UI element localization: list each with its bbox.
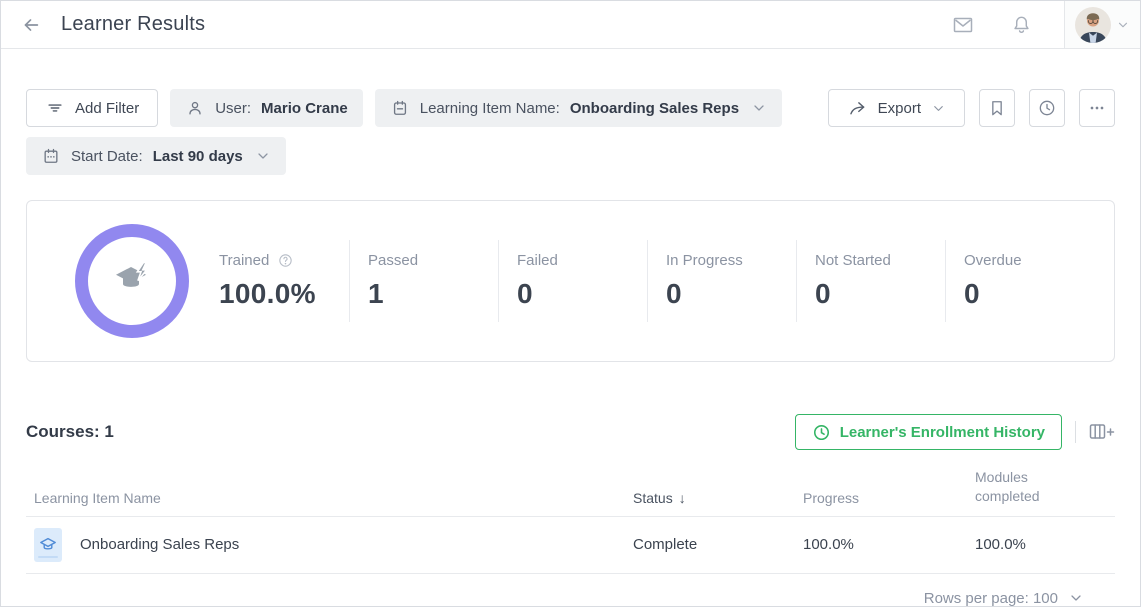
export-icon — [847, 98, 868, 119]
ellipsis-icon — [1087, 98, 1107, 118]
stat-in-progress-label: In Progress — [666, 252, 743, 269]
help-icon[interactable] — [277, 252, 294, 269]
user-menu[interactable] — [1064, 1, 1140, 48]
trained-progress-ring — [75, 224, 189, 338]
calendar-icon — [41, 146, 61, 166]
columns-plus-icon — [1089, 423, 1115, 441]
stat-not-started-value: 0 — [815, 278, 945, 310]
course-status: Complete — [633, 536, 803, 553]
enrollment-history-label: Learner's Enrollment History — [840, 424, 1045, 441]
chevron-down-icon — [255, 148, 271, 164]
column-header-modules-completed[interactable]: Modules completed — [975, 468, 1067, 506]
stat-not-started: Not Started 0 — [796, 240, 945, 322]
courses-table: Learning Item Name Status ↓ Progress Mod… — [26, 462, 1115, 607]
stat-trained-label: Trained — [219, 252, 269, 269]
clock-icon — [812, 423, 831, 442]
back-button[interactable] — [17, 11, 45, 39]
chevron-down-icon — [1068, 590, 1084, 606]
chevron-down-icon — [1116, 18, 1130, 32]
column-header-status[interactable]: Status ↓ — [633, 490, 803, 506]
envelope-icon — [951, 13, 975, 37]
bookmark-button[interactable] — [979, 89, 1015, 127]
top-bar: Learner Results — [1, 1, 1140, 49]
course-name: Onboarding Sales Reps — [80, 536, 239, 553]
chevron-down-icon — [931, 101, 946, 116]
stat-failed-value: 0 — [517, 278, 647, 310]
stat-in-progress: In Progress 0 — [647, 240, 796, 322]
notifications-button[interactable] — [1006, 10, 1036, 40]
add-column-button[interactable] — [1089, 423, 1115, 441]
table-row[interactable]: Onboarding Sales Reps Complete 100.0% 10… — [26, 517, 1115, 574]
page-title: Learner Results — [61, 13, 205, 36]
history-button[interactable] — [1029, 89, 1065, 127]
filters-section: Add Filter User: Mario Crane Learning Ite… — [1, 89, 1140, 175]
learning-item-filter-value: Onboarding Sales Reps — [570, 100, 739, 117]
user-filter-value: Mario Crane — [261, 100, 348, 117]
export-button[interactable]: Export — [828, 89, 965, 127]
graduation-bolt-icon — [109, 258, 155, 304]
user-filter-label: User: — [215, 100, 251, 117]
user-icon — [185, 98, 205, 118]
stat-trained-value: 100.0% — [219, 278, 349, 310]
learner-results-page: Learner Results — [0, 0, 1141, 607]
export-label: Export — [878, 100, 921, 117]
back-arrow-icon — [20, 14, 42, 36]
bookmark-icon — [987, 98, 1007, 118]
summary-card: Trained 100.0% Passed 1 Failed 0 In Prog… — [26, 200, 1115, 362]
stat-passed-value: 1 — [368, 278, 498, 310]
messages-button[interactable] — [948, 10, 978, 40]
add-filter-label: Add Filter — [75, 100, 139, 117]
stat-overdue-label: Overdue — [964, 252, 1022, 269]
column-header-progress[interactable]: Progress — [803, 490, 975, 506]
avatar — [1075, 7, 1111, 43]
stat-passed: Passed 1 — [349, 240, 498, 322]
start-date-filter-label: Start Date: — [71, 148, 143, 165]
enrollment-history-button[interactable]: Learner's Enrollment History — [795, 414, 1062, 450]
stat-passed-label: Passed — [368, 252, 418, 269]
add-filter-button[interactable]: Add Filter — [26, 89, 158, 127]
topbar-right — [948, 1, 1140, 48]
stat-failed: Failed 0 — [498, 240, 647, 322]
learning-item-filter-chip[interactable]: Learning Item Name: Onboarding Sales Reps — [375, 89, 782, 127]
stat-in-progress-value: 0 — [666, 278, 796, 310]
stat-failed-label: Failed — [517, 252, 558, 269]
more-options-button[interactable] — [1079, 89, 1115, 127]
summary-stats: Trained 100.0% Passed 1 Failed 0 In Prog… — [219, 240, 1094, 322]
divider — [1075, 421, 1076, 443]
course-progress: 100.0% — [803, 536, 975, 553]
start-date-filter-chip[interactable]: Start Date: Last 90 days — [26, 137, 286, 175]
user-filter-chip[interactable]: User: Mario Crane — [170, 89, 363, 127]
learning-item-filter-label: Learning Item Name: — [420, 100, 560, 117]
stat-trained: Trained 100.0% — [219, 240, 349, 322]
stat-not-started-label: Not Started — [815, 252, 891, 269]
rows-per-page-select[interactable]: Rows per page: 100 — [51, 574, 1090, 607]
table-header-row: Learning Item Name Status ↓ Progress Mod… — [26, 462, 1115, 517]
rows-per-page-label: Rows per page: 100 — [924, 590, 1058, 607]
course-icon — [34, 528, 62, 562]
filter-icon — [45, 98, 65, 118]
column-header-learning-item-name[interactable]: Learning Item Name — [26, 490, 633, 506]
bell-icon — [1010, 13, 1033, 36]
chevron-down-icon — [751, 100, 767, 116]
courses-count: Courses: 1 — [26, 422, 114, 442]
stat-overdue-value: 0 — [964, 278, 1094, 310]
clock-icon — [1037, 98, 1057, 118]
course-modules-completed: 100.0% — [975, 536, 1115, 553]
sort-descending-icon: ↓ — [679, 490, 686, 506]
notepad-icon — [390, 98, 410, 118]
start-date-filter-value: Last 90 days — [153, 148, 243, 165]
stat-overdue: Overdue 0 — [945, 240, 1094, 322]
courses-bar: Courses: 1 Learner's Enrollment History — [26, 414, 1115, 450]
